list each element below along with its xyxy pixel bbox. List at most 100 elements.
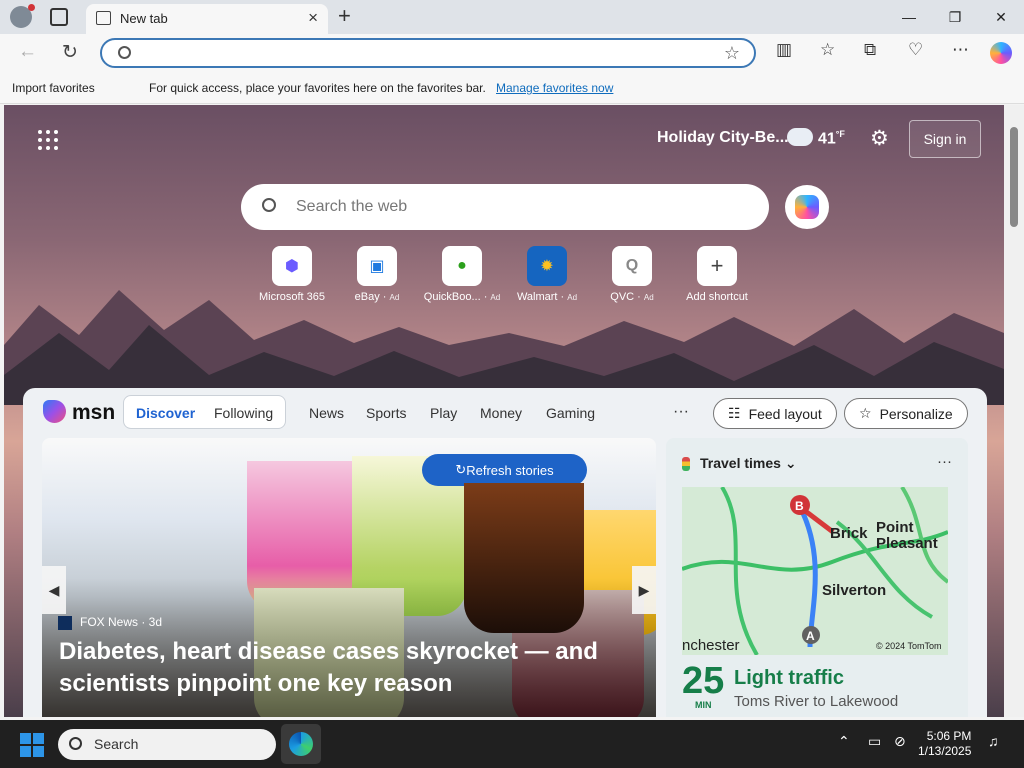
weather-temperature[interactable]: 41°F <box>818 129 845 148</box>
svg-text:A: A <box>806 629 815 643</box>
minutes-label: MIN <box>695 700 712 710</box>
close-window-icon[interactable]: ✕ <box>978 0 1024 34</box>
chevron-up-icon[interactable]: ⌃ <box>838 733 850 750</box>
shortcut-label: QVC · Ad <box>610 291 654 303</box>
favorites-icon[interactable]: ☆ <box>820 40 835 60</box>
tab-money[interactable]: Money <box>480 405 522 421</box>
system-clock[interactable]: 5:06 PM 1/13/2025 <box>918 729 971 759</box>
clock-date: 1/13/2025 <box>918 744 972 758</box>
map-label-point-pleasant: Point Pleasant <box>876 519 938 552</box>
search-icon <box>262 198 276 212</box>
manage-favorites-link[interactable]: Manage favorites now <box>496 81 613 95</box>
add-shortcut-button[interactable]: + Add shortcut <box>677 246 757 303</box>
tab-title: New tab <box>120 11 168 26</box>
plus-icon: + <box>697 246 737 286</box>
import-favorites-button[interactable]: Import favorites <box>12 81 95 95</box>
shortcut-label: Microsoft 365 <box>258 291 326 303</box>
tab-actions-icon[interactable] <box>50 8 68 26</box>
feed-layout-button[interactable]: ☷ Feed layout <box>713 398 837 429</box>
taskbar-search[interactable]: Search <box>58 729 276 760</box>
close-tab-icon[interactable]: × <box>308 8 318 28</box>
speaker-muted-icon[interactable]: ⊘ <box>894 733 906 750</box>
favorites-bar: Import favorites For quick access, place… <box>0 72 1024 104</box>
copilot-button[interactable] <box>785 185 829 229</box>
map-label-brick: Brick <box>830 525 868 542</box>
new-tab-page-icon <box>96 11 111 25</box>
svg-text:B: B <box>795 499 804 513</box>
traffic-map-roads: B A <box>682 487 948 655</box>
shortcut-walmart[interactable]: ✹ Walmart · Ad <box>507 246 587 303</box>
shortcut-label: Add shortcut <box>686 291 748 303</box>
notifications-bell-icon[interactable]: ♫ <box>988 733 999 749</box>
windows-start-icon[interactable] <box>20 733 44 757</box>
display-icon[interactable]: ▭ <box>868 733 881 750</box>
sliders-icon: ☷ <box>728 405 741 421</box>
travel-times-title[interactable]: Travel times ⌄ <box>682 455 797 472</box>
gear-icon[interactable]: ⚙ <box>870 126 889 151</box>
shortcut-quickbooks[interactable]: ● QuickBoo... · Ad <box>422 246 502 303</box>
sign-in-button[interactable]: Sign in <box>909 120 981 158</box>
tab-sports[interactable]: Sports <box>366 405 406 421</box>
split-screen-icon[interactable]: ▥ <box>776 40 792 60</box>
browser-essentials-icon[interactable]: ♡ <box>908 40 923 60</box>
microsoft-365-icon: ⬢ <box>272 246 312 286</box>
tab-following[interactable]: Following <box>214 405 273 421</box>
msn-brand[interactable]: msn <box>72 401 115 425</box>
browser-toolbar: ← ↻ ☆ ▥ ☆ ⧉ ♡ ⋯ <box>0 34 1024 72</box>
favorite-star-icon[interactable]: ☆ <box>724 43 740 64</box>
partly-cloudy-icon <box>787 121 813 146</box>
new-tab-button[interactable]: + <box>338 3 351 29</box>
browser-tab-new-tab[interactable]: New tab × <box>86 4 328 34</box>
copilot-toolbar-icon[interactable] <box>990 42 1012 64</box>
address-bar[interactable]: ☆ <box>100 38 756 68</box>
shortcut-label: eBay · Ad <box>354 291 400 303</box>
collections-icon[interactable]: ⧉ <box>864 40 876 60</box>
weather-location[interactable]: Holiday City-Be... <box>657 129 789 147</box>
fox-news-logo-icon <box>58 615 72 630</box>
profile-avatar-icon[interactable] <box>10 4 35 28</box>
scrollbar-thumb[interactable] <box>1010 127 1018 227</box>
vertical-scrollbar[interactable] <box>1004 105 1024 717</box>
settings-and-more-icon[interactable]: ⋯ <box>952 40 969 60</box>
story-headline[interactable]: Diabetes, heart disease cases skyrocket … <box>59 636 619 700</box>
browser-tab-strip: New tab × + — ❐ ✕ <box>0 0 1024 34</box>
qvc-icon: Q <box>612 246 652 286</box>
favorites-bar-message: For quick access, place your favorites h… <box>149 81 486 95</box>
story-source[interactable]: FOX News · 3d <box>58 615 162 630</box>
shortcut-label: Walmart · Ad <box>516 291 578 303</box>
sparkle-icon: ☆ <box>859 405 872 421</box>
traffic-map[interactable]: B A Brick Point Pleasant Silverton nches… <box>682 487 948 655</box>
new-tab-page: Holiday City-Be... 41°F ⚙ Sign in Search… <box>4 105 1004 717</box>
more-tabs-button[interactable]: ··· <box>673 403 689 421</box>
minimize-icon[interactable]: — <box>886 0 932 34</box>
restore-icon[interactable]: ❐ <box>932 0 978 34</box>
card-more-icon[interactable]: ··· <box>937 453 952 470</box>
shortcut-microsoft-365[interactable]: ⬢ Microsoft 365 <box>252 246 332 303</box>
tab-news[interactable]: News <box>309 405 344 421</box>
tab-discover[interactable]: Discover <box>136 405 195 421</box>
shortcut-ebay[interactable]: ▣ eBay · Ad <box>337 246 417 303</box>
traffic-status: Light traffic <box>734 667 844 689</box>
map-label-silverton: Silverton <box>822 582 887 599</box>
map-copyright: © 2024 TomTom <box>876 641 942 651</box>
refresh-stories-button[interactable]: ↻ Refresh stories <box>422 454 587 486</box>
tab-gaming[interactable]: Gaming <box>546 405 595 421</box>
edge-icon <box>289 732 313 756</box>
previous-story-icon[interactable]: ◀ <box>42 566 66 614</box>
back-arrow-icon[interactable]: ← <box>18 41 37 63</box>
address-search-icon <box>118 46 131 59</box>
personalize-button[interactable]: ☆ Personalize <box>844 398 968 429</box>
refresh-icon[interactable]: ↻ <box>62 41 78 64</box>
shortcut-label: QuickBoo... · Ad <box>423 291 501 303</box>
travel-times-card[interactable]: Travel times ⌄ ··· B A Brick Point Pleas… <box>666 438 968 717</box>
walmart-icon: ✹ <box>527 246 567 286</box>
edge-taskbar-button[interactable] <box>281 724 321 764</box>
hero-story-card[interactable]: ↻ Refresh stories ◀ ▶ FOX News · 3d Diab… <box>42 438 656 717</box>
tab-play[interactable]: Play <box>430 405 457 421</box>
travel-route: Toms River to Lakewood <box>734 693 899 710</box>
shortcut-qvc[interactable]: Q QVC · Ad <box>592 246 672 303</box>
apps-grid-icon[interactable] <box>38 130 58 150</box>
next-story-icon[interactable]: ▶ <box>632 566 656 614</box>
window-controls: — ❐ ✕ <box>886 0 1024 34</box>
web-search-box[interactable]: Search the web <box>241 184 769 230</box>
